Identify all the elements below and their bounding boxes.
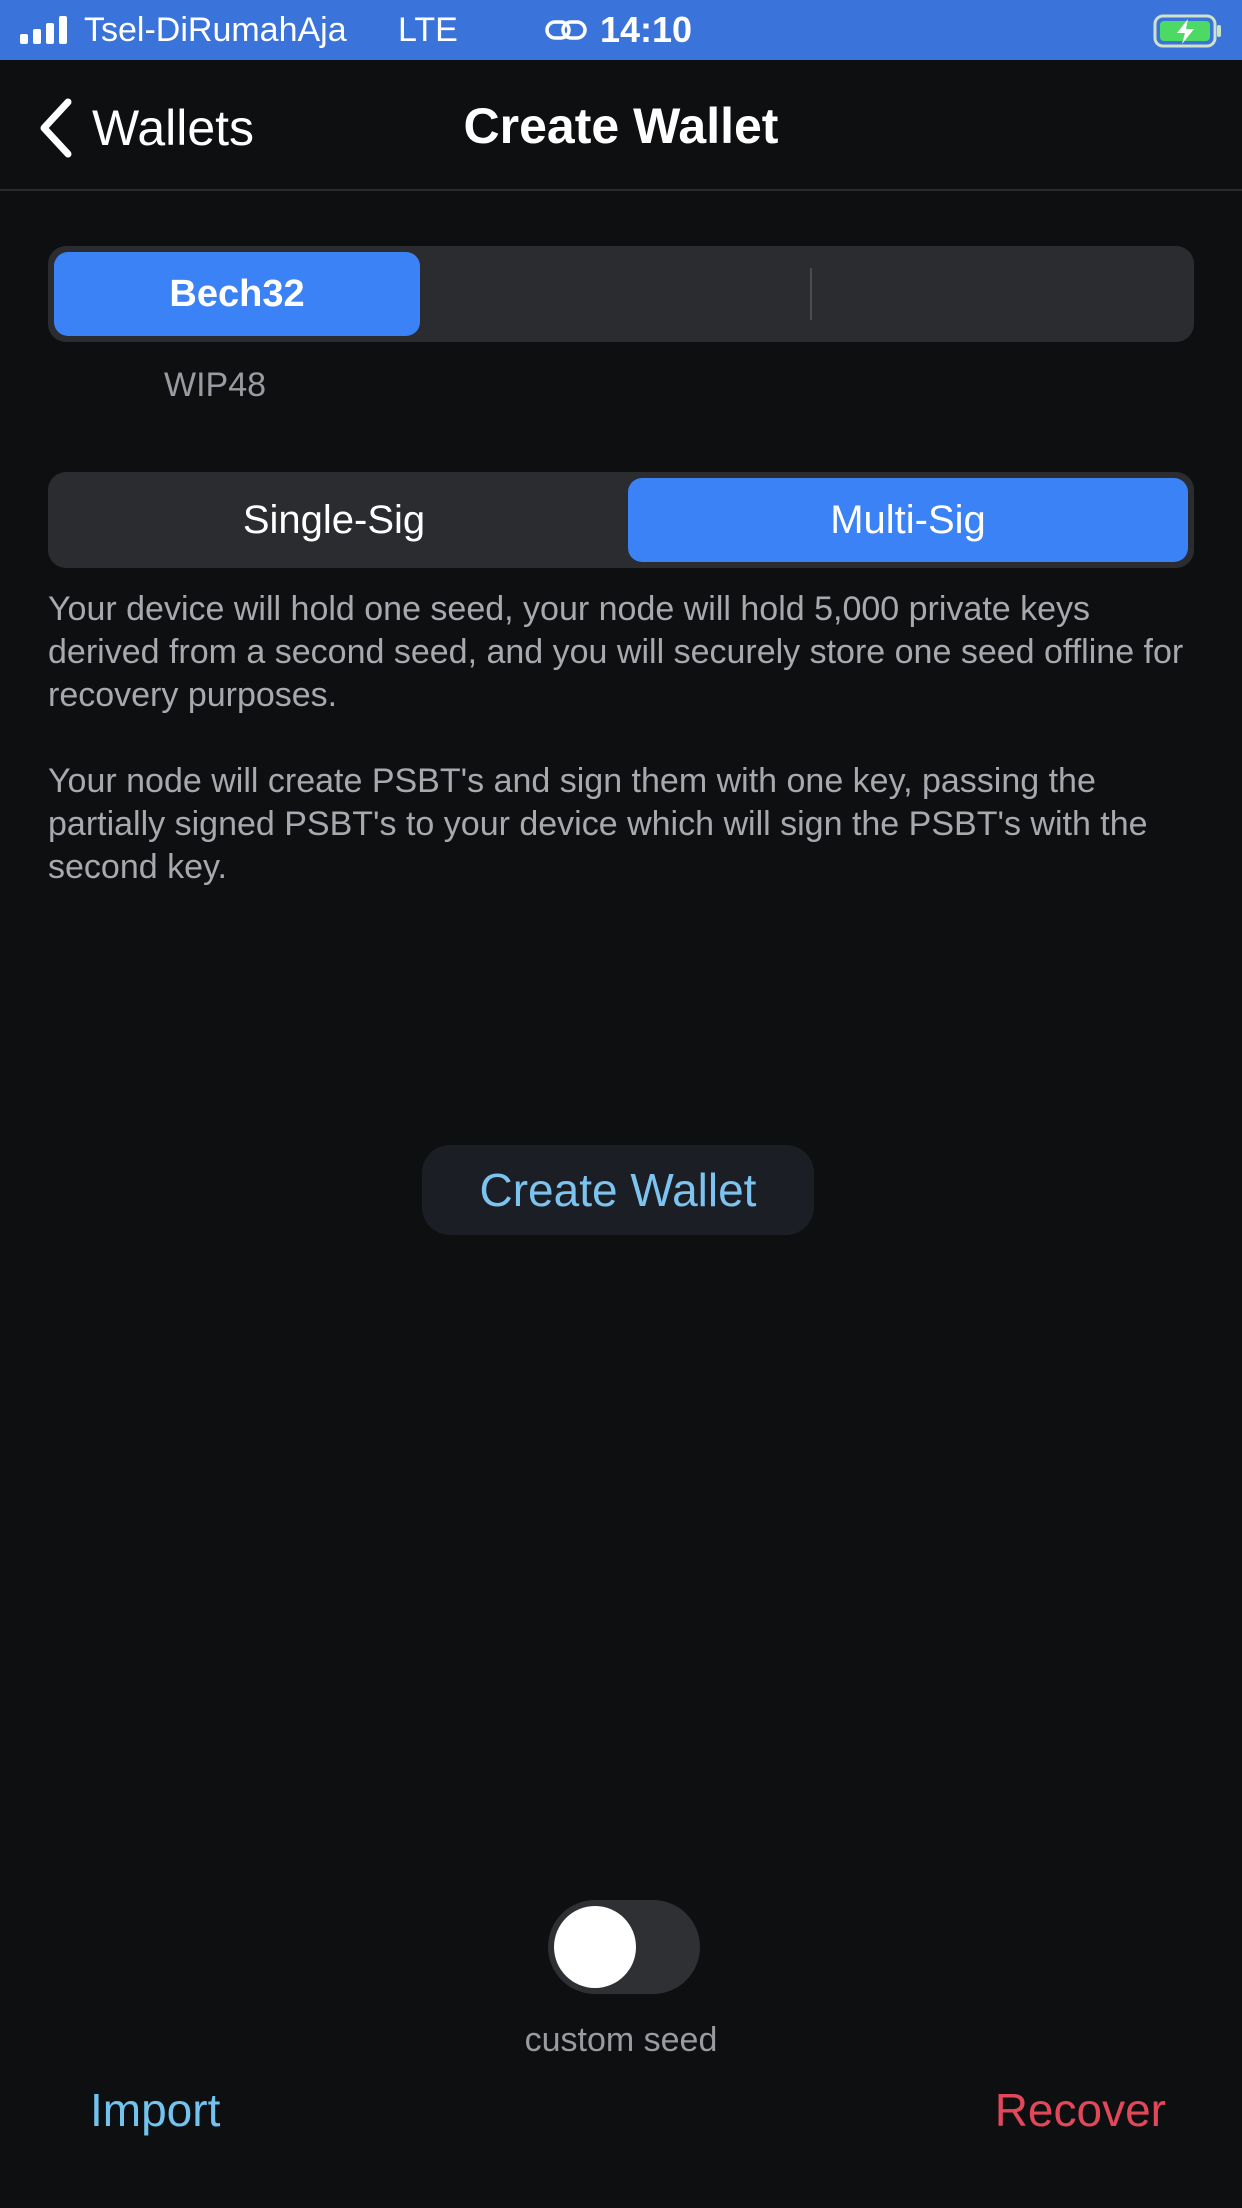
description-paragraph-2: Your node will create PSBT's and sign th… xyxy=(48,762,1148,886)
segment-divider xyxy=(810,268,812,320)
toggle-knob xyxy=(554,1906,636,1988)
link-icon xyxy=(545,20,587,40)
recover-button[interactable]: Recover xyxy=(995,2080,1166,2140)
custom-seed-label: custom seed xyxy=(524,2021,718,2059)
segment-bech32[interactable]: Bech32 xyxy=(54,252,420,336)
status-time: 14:10 xyxy=(600,9,693,50)
battery-charging-icon xyxy=(1153,14,1221,48)
create-wallet-button[interactable]: Create Wallet xyxy=(422,1145,814,1235)
import-button[interactable]: Import xyxy=(90,2080,220,2140)
segment-single-sig[interactable]: Single-Sig xyxy=(54,478,614,562)
wallet-description: Your device will hold one seed, your nod… xyxy=(48,588,1198,932)
description-paragraph-1: Your device will hold one seed, your nod… xyxy=(48,590,1184,714)
network-type: LTE xyxy=(398,11,458,49)
segment-multi-sig[interactable]: Multi-Sig xyxy=(628,478,1188,562)
signal-bars-icon xyxy=(20,16,67,44)
carrier-name: Tsel-DiRumahAja xyxy=(84,11,347,49)
address-type-sub-label: WIP48 xyxy=(164,366,267,404)
page-title: Create Wallet xyxy=(463,98,779,154)
